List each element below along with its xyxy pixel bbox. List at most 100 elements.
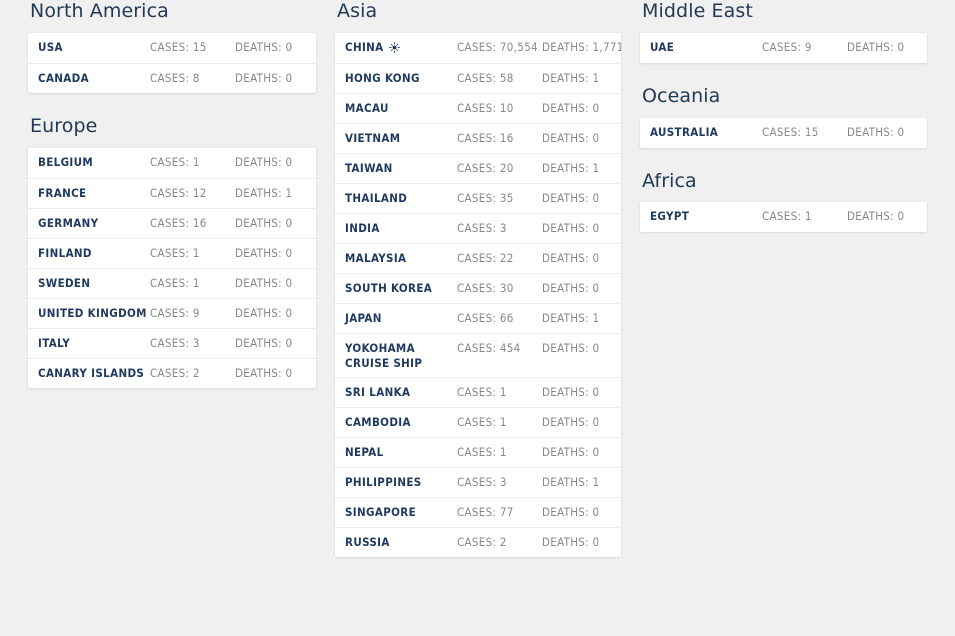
country-label: NEPAL	[345, 444, 384, 459]
deaths-value: DEATHS: 0	[235, 245, 293, 260]
country-name-cell: SOUTH KOREA	[345, 281, 457, 296]
country-label: BELGIUM	[38, 154, 94, 169]
table-row[interactable]: CHINA CASES: 70,554 DEATHS: 1,771	[335, 33, 621, 63]
region-title-middle-east: Middle East	[642, 0, 753, 22]
cases-value: CASES: 58	[457, 70, 514, 85]
deaths-value: DEATHS: 1	[235, 185, 293, 200]
table-row[interactable]: TAIWAN CASES: 20 DEATHS: 1	[335, 152, 621, 183]
cases-value: CASES: 8	[150, 70, 200, 85]
deaths-value: DEATHS: 0	[542, 444, 600, 459]
table-row[interactable]: SINGAPORE CASES: 77 DEATHS: 0	[335, 496, 621, 527]
country-name-cell: FINLAND	[38, 246, 150, 261]
region-column-3: Middle East UAE CASES: 9 DEATHS: 0 Oceania AU…	[640, 0, 927, 254]
cases-value: CASES: 2	[457, 534, 507, 549]
region-table-oceania: AUSTRALIA CASES: 15 DEATHS: 0	[640, 117, 927, 148]
deaths-value: DEATHS: 0	[235, 215, 293, 230]
deaths-value: DEATHS: 0	[542, 250, 600, 265]
country-name-cell: THAILAND	[345, 191, 457, 206]
table-row[interactable]: SOUTH KOREA CASES: 30 DEATHS: 0	[335, 272, 621, 303]
deaths-value: DEATHS: 0	[542, 340, 600, 355]
country-name-cell: RUSSIA	[345, 535, 457, 550]
table-row[interactable]: MACAU CASES: 10 DEATHS: 0	[335, 92, 621, 123]
table-row[interactable]: FINLAND CASES: 1 DEATHS: 0	[28, 237, 316, 268]
deaths-value: DEATHS: 0	[542, 100, 600, 115]
coronavirus-cases-board: North America USA CASES: 15 DEATHS: 0 CANADA…	[0, 0, 955, 636]
deaths-value: DEATHS: 1	[542, 310, 600, 325]
region-block-oceania: Oceania AUSTRALIA CASES: 15 DEATHS: 0	[640, 85, 927, 160]
country-name-cell: UNITED KINGDOM	[38, 306, 150, 321]
deaths-value: DEATHS: 1	[542, 474, 600, 489]
table-row[interactable]: NEPAL CASES: 1 DEATHS: 0	[335, 436, 621, 467]
region-table-africa: EGYPT CASES: 1 DEATHS: 0	[640, 202, 927, 233]
table-row[interactable]: UAE CASES: 9 DEATHS: 0	[640, 33, 927, 63]
region-block-asia: Asia CHINA CASES: 70,554 DEATHS: 1,771 HONG …	[335, 0, 621, 569]
deaths-value: DEATHS: 0	[542, 280, 600, 295]
table-row[interactable]: INDIA CASES: 3 DEATHS: 0	[335, 212, 621, 243]
table-row[interactable]: RUSSIA CASES: 2 DEATHS: 0	[335, 526, 621, 557]
cases-value: CASES: 1	[150, 154, 200, 169]
country-label: MALAYSIA	[345, 250, 407, 265]
table-row[interactable]: VIETNAM CASES: 16 DEATHS: 0	[335, 122, 621, 153]
cases-value: CASES: 454	[457, 340, 521, 355]
region-title-asia: Asia	[337, 0, 378, 22]
table-row[interactable]: PHILIPPINES CASES: 3 DEATHS: 1	[335, 466, 621, 497]
country-name-cell: UAE	[650, 40, 762, 55]
country-name-cell: SWEDEN	[38, 276, 150, 291]
table-row[interactable]: BELGIUM CASES: 1 DEATHS: 0	[28, 148, 316, 178]
country-label: ITALY	[38, 335, 71, 350]
cases-value: CASES: 12	[150, 185, 207, 200]
deaths-value: DEATHS: 0	[542, 130, 600, 145]
table-row[interactable]: SWEDEN CASES: 1 DEATHS: 0	[28, 267, 316, 298]
cases-value: CASES: 20	[457, 160, 514, 175]
cases-value: CASES: 70,554	[457, 39, 538, 54]
region-block-africa: Africa EGYPT CASES: 1 DEATHS: 0	[640, 170, 927, 245]
region-table-north-america: USA CASES: 15 DEATHS: 0 CANADA CASES: 8 DEATH…	[28, 32, 316, 93]
table-row[interactable]: THAILAND CASES: 35 DEATHS: 0	[335, 182, 621, 213]
table-row[interactable]: CAMBODIA CASES: 1 DEATHS: 0	[335, 406, 621, 437]
country-label: PHILIPPINES	[345, 474, 422, 489]
country-name-cell: CHINA	[345, 40, 457, 55]
country-label: CHINA	[345, 39, 384, 54]
country-name-cell: MALAYSIA	[345, 251, 457, 266]
region-column-1: North America USA CASES: 15 DEATHS: 0 CANADA…	[28, 0, 316, 410]
region-table-middle-east: UAE CASES: 9 DEATHS: 0	[640, 32, 927, 63]
country-name-cell: JAPAN	[345, 311, 457, 326]
country-label: YOKOHAMA CRUISE SHIP	[345, 340, 423, 370]
table-row[interactable]: YOKOHAMA CRUISE SHIP CASES: 454 DEATHS: 0	[335, 332, 621, 377]
deaths-value: DEATHS: 1,771	[542, 39, 621, 54]
region-column-2: Asia CHINA CASES: 70,554 DEATHS: 1,771 HONG …	[335, 0, 621, 579]
region-title-africa: Africa	[642, 169, 697, 192]
region-title-oceania: Oceania	[642, 84, 721, 107]
country-name-cell: MACAU	[345, 101, 457, 116]
deaths-value: DEATHS: 0	[235, 154, 293, 169]
deaths-value: DEATHS: 0	[235, 70, 293, 85]
cases-value: CASES: 2	[150, 365, 200, 380]
country-name-cell: SRI LANKA	[345, 385, 457, 400]
table-row[interactable]: GERMANY CASES: 16 DEATHS: 0	[28, 207, 316, 238]
country-label: MACAU	[345, 100, 389, 115]
cases-value: CASES: 3	[150, 335, 200, 350]
table-row[interactable]: MALAYSIA CASES: 22 DEATHS: 0	[335, 242, 621, 273]
region-title-europe: Europe	[30, 114, 98, 137]
table-row[interactable]: AUSTRALIA CASES: 15 DEATHS: 0	[640, 118, 927, 148]
table-row[interactable]: JAPAN CASES: 66 DEATHS: 1	[335, 302, 621, 333]
table-row[interactable]: HONG KONG CASES: 58 DEATHS: 1	[335, 62, 621, 93]
table-row[interactable]: USA CASES: 15 DEATHS: 0	[28, 33, 316, 63]
table-row[interactable]: UNITED KINGDOM CASES: 9 DEATHS: 0	[28, 297, 316, 328]
country-label: TAIWAN	[345, 160, 393, 175]
country-name-cell: USA	[38, 40, 150, 55]
table-row[interactable]: EGYPT CASES: 1 DEATHS: 0	[640, 202, 927, 232]
country-name-cell: PHILIPPINES	[345, 475, 457, 490]
table-row[interactable]: CANARY ISLANDS CASES: 2 DEATHS: 0	[28, 357, 316, 388]
table-row[interactable]: FRANCE CASES: 12 DEATHS: 1	[28, 177, 316, 208]
country-name-cell: CAMBODIA	[345, 415, 457, 430]
table-row[interactable]: ITALY CASES: 3 DEATHS: 0	[28, 327, 316, 358]
deaths-value: DEATHS: 0	[847, 39, 905, 54]
country-name-cell: INDIA	[345, 221, 457, 236]
country-name-cell: EGYPT	[650, 209, 762, 224]
deaths-value: DEATHS: 0	[235, 305, 293, 320]
table-row[interactable]: SRI LANKA CASES: 1 DEATHS: 0	[335, 376, 621, 407]
table-row[interactable]: CANADA CASES: 8 DEATHS: 0	[28, 62, 316, 93]
